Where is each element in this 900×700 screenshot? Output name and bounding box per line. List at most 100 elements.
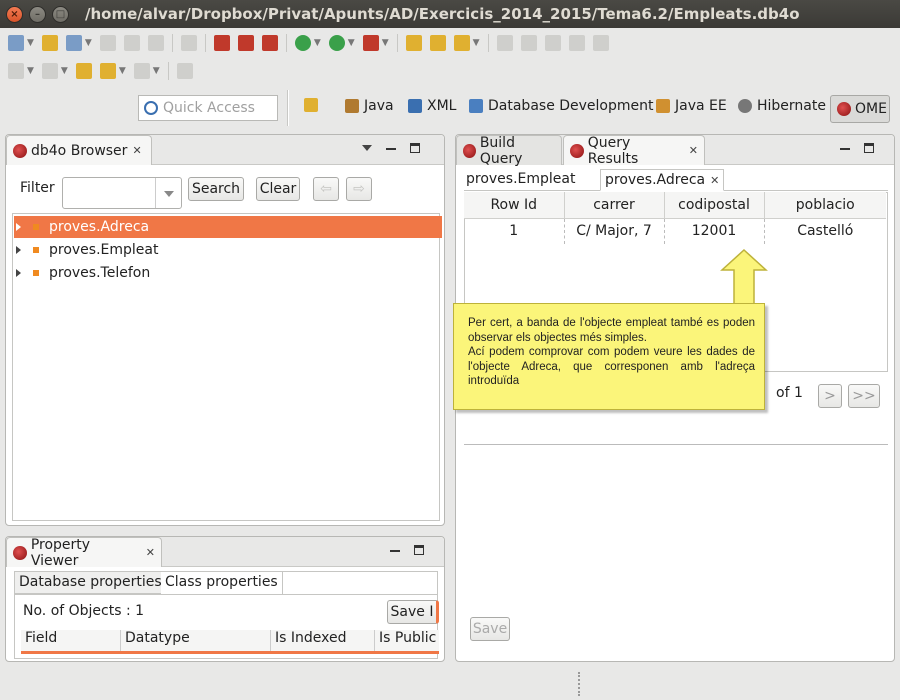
forward-icon[interactable] bbox=[133, 63, 150, 79]
column-row-id[interactable]: Row Id bbox=[464, 192, 565, 219]
open-type-icon[interactable] bbox=[405, 35, 422, 51]
last-page-button[interactable]: >> bbox=[848, 384, 880, 408]
print-icon[interactable] bbox=[147, 35, 164, 51]
expand-arrow-icon[interactable] bbox=[16, 223, 21, 231]
column-field[interactable]: Field bbox=[21, 630, 121, 651]
window-maximize-button[interactable]: □ bbox=[52, 5, 69, 23]
tab-db4o-browser[interactable]: db4o Browser ✕ bbox=[6, 135, 152, 165]
db-connect-icon[interactable] bbox=[213, 35, 230, 51]
class-icon bbox=[33, 247, 39, 253]
dropdown-arrow-icon[interactable]: ▼ bbox=[382, 38, 389, 48]
close-icon[interactable]: ✕ bbox=[132, 144, 141, 157]
dropdown-arrow-icon[interactable]: ▼ bbox=[27, 38, 34, 48]
perspective-ome[interactable]: OME bbox=[830, 95, 890, 123]
window-minimize-button[interactable]: – bbox=[29, 5, 46, 23]
minimize-icon[interactable] bbox=[386, 148, 396, 150]
result-tab-adreca[interactable]: proves.Adreca ✕ bbox=[600, 169, 725, 191]
pencil-icon[interactable] bbox=[453, 35, 470, 51]
perspective-java-ee[interactable]: Java EE bbox=[656, 98, 727, 114]
dropdown-arrow-icon[interactable]: ▼ bbox=[119, 66, 126, 76]
db-close-icon[interactable] bbox=[261, 35, 278, 51]
save-properties-button[interactable]: Save I bbox=[387, 600, 439, 624]
maximize-icon[interactable] bbox=[864, 143, 874, 153]
column-is-indexed[interactable]: Is Indexed bbox=[271, 630, 375, 651]
tree-item-adreca[interactable]: proves.Adreca bbox=[14, 216, 442, 238]
maximize-icon[interactable] bbox=[414, 545, 424, 555]
last-edit-icon[interactable] bbox=[75, 63, 92, 79]
toolbar-separator bbox=[167, 62, 169, 80]
tree-item-telefon[interactable]: proves.Telefon bbox=[14, 262, 442, 284]
dropdown-arrow-icon[interactable]: ▼ bbox=[348, 38, 355, 48]
dropdown-arrow-icon[interactable]: ▼ bbox=[153, 66, 160, 76]
column-poblacio[interactable]: poblacio bbox=[764, 192, 886, 219]
filter-combobox[interactable] bbox=[62, 177, 182, 209]
resize-grip[interactable] bbox=[578, 672, 580, 696]
next-annotation-icon[interactable] bbox=[8, 63, 24, 79]
dropdown-arrow-icon[interactable]: ▼ bbox=[314, 38, 321, 48]
new-icon[interactable] bbox=[8, 35, 24, 51]
tree-item-empleat[interactable]: proves.Empleat bbox=[14, 239, 442, 261]
quick-access-input[interactable]: Quick Access bbox=[138, 95, 278, 121]
cell-codipostal[interactable]: 12001 bbox=[664, 218, 765, 244]
table-row[interactable]: 1 C/ Major, 7 12001 Castelló bbox=[464, 218, 886, 244]
layout-icon[interactable] bbox=[180, 35, 197, 51]
column-is-public[interactable]: Is Public bbox=[375, 630, 439, 651]
link-icon[interactable] bbox=[544, 35, 561, 51]
close-icon[interactable]: ✕ bbox=[146, 546, 155, 559]
annotation-icon[interactable] bbox=[496, 35, 513, 51]
db4o-icon bbox=[13, 545, 27, 560]
save-all-icon[interactable] bbox=[123, 35, 140, 51]
open-folder-icon[interactable] bbox=[429, 35, 446, 51]
expand-arrow-icon[interactable] bbox=[16, 246, 21, 254]
filter-dropdown-button[interactable] bbox=[155, 178, 181, 208]
close-icon[interactable]: ✕ bbox=[710, 174, 719, 187]
expand-arrow-icon[interactable] bbox=[16, 269, 21, 277]
tab-query-results[interactable]: Query Results ✕ bbox=[563, 135, 705, 167]
open-perspective-button[interactable] bbox=[304, 98, 323, 112]
view-menu-icon[interactable] bbox=[362, 145, 372, 151]
minimize-icon[interactable] bbox=[840, 148, 850, 150]
paragraph-icon[interactable] bbox=[592, 35, 609, 51]
result-tab-empleat[interactable]: proves.Empleat bbox=[466, 171, 575, 187]
tab-property-viewer[interactable]: Property Viewer ✕ bbox=[6, 537, 162, 569]
clear-button[interactable]: Clear bbox=[256, 177, 300, 201]
perspective-database-development[interactable]: Database Development bbox=[469, 98, 654, 114]
save-results-button[interactable]: Save bbox=[470, 617, 510, 641]
tab-build-query[interactable]: Build Query bbox=[456, 135, 562, 167]
perspective-hibernate[interactable]: Hibernate bbox=[738, 98, 826, 114]
column-codipostal[interactable]: codipostal bbox=[664, 192, 765, 219]
window-close-button[interactable]: × bbox=[6, 5, 23, 23]
dropdown-arrow-icon[interactable]: ▼ bbox=[85, 38, 92, 48]
block-icon[interactable] bbox=[568, 35, 585, 51]
dropdown-arrow-icon[interactable]: ▼ bbox=[61, 66, 68, 76]
prev-annotation-icon[interactable] bbox=[41, 63, 58, 79]
save-icon[interactable] bbox=[99, 35, 116, 51]
run-icon[interactable] bbox=[328, 35, 345, 51]
db-query-icon[interactable] bbox=[237, 35, 254, 51]
next-page-button[interactable]: > bbox=[818, 384, 842, 408]
minimize-icon[interactable] bbox=[390, 550, 400, 552]
debug-icon[interactable] bbox=[294, 35, 311, 51]
maximize-icon[interactable] bbox=[410, 143, 420, 153]
forward-button[interactable]: ⇨ bbox=[346, 177, 372, 201]
pin-editor-icon[interactable] bbox=[176, 63, 193, 79]
search-button[interactable]: Search bbox=[188, 177, 244, 201]
dropdown-arrow-icon[interactable]: ▼ bbox=[27, 66, 34, 76]
back-icon[interactable] bbox=[99, 63, 116, 79]
cell-carrer[interactable]: C/ Major, 7 bbox=[564, 218, 665, 244]
perspective-java[interactable]: Java bbox=[345, 98, 394, 114]
new-file-icon[interactable] bbox=[65, 35, 82, 51]
dropdown-arrow-icon[interactable]: ▼ bbox=[473, 38, 480, 48]
column-datatype[interactable]: Datatype bbox=[121, 630, 271, 651]
external-tools-icon[interactable] bbox=[362, 35, 379, 51]
tab-database-properties[interactable]: Database properties bbox=[15, 572, 167, 594]
cell-row-id[interactable]: 1 bbox=[464, 218, 565, 244]
lightning-icon[interactable] bbox=[520, 35, 537, 51]
cell-poblacio[interactable]: Castelló bbox=[764, 218, 886, 244]
column-carrer[interactable]: carrer bbox=[564, 192, 665, 219]
back-button[interactable]: ⇦ bbox=[313, 177, 339, 201]
tab-class-properties[interactable]: Class properties bbox=[161, 572, 283, 594]
perspective-xml[interactable]: XML bbox=[408, 98, 456, 114]
close-icon[interactable]: ✕ bbox=[689, 144, 698, 157]
new-folder-icon[interactable] bbox=[41, 35, 58, 51]
